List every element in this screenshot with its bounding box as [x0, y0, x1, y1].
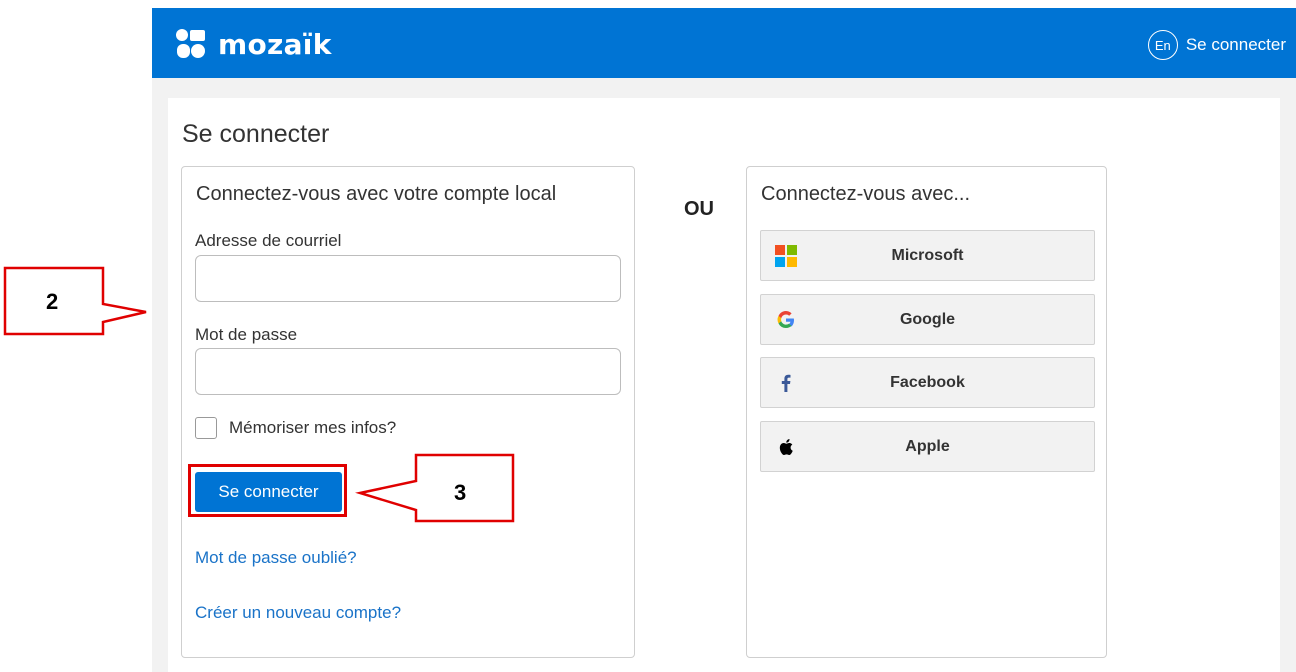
page-title: Se connecter — [182, 120, 330, 148]
forgot-password-link[interactable]: Mot de passe oublié? — [195, 548, 357, 568]
logo-text: mozaïk — [218, 27, 332, 61]
remember-me-checkbox[interactable] — [195, 417, 217, 439]
callout-2-shape — [3, 266, 147, 336]
page-background: mozaïk En Se connecter Se connecter Conn… — [152, 8, 1296, 672]
create-account-link[interactable]: Créer un nouveau compte? — [195, 603, 401, 623]
apple-icon — [775, 436, 797, 458]
password-field[interactable] — [195, 348, 621, 395]
email-field[interactable] — [195, 255, 621, 302]
submit-button-highlight — [188, 464, 347, 517]
mozaik-logo[interactable]: mozaïk — [174, 24, 332, 64]
callout-2-label: 2 — [46, 289, 59, 314]
facebook-label: Facebook — [890, 373, 965, 391]
password-label: Mot de passe — [195, 325, 298, 344]
apple-login-button[interactable]: Apple — [760, 421, 1095, 472]
google-label: Google — [899, 310, 956, 328]
microsoft-login-button[interactable]: Microsoft — [760, 230, 1095, 281]
google-login-button[interactable]: Google — [760, 294, 1095, 345]
apple-label: Apple — [905, 437, 950, 455]
remember-me-row[interactable]: Mémoriser mes infos? — [195, 417, 396, 439]
social-login-panel: Connectez-vous avec... Microsoft Google … — [746, 166, 1107, 658]
microsoft-label: Microsoft — [891, 246, 964, 264]
mozaik-logo-icon — [176, 29, 205, 58]
facebook-login-button[interactable]: Facebook — [760, 357, 1095, 408]
remember-me-label: Mémoriser mes infos? — [229, 418, 397, 437]
language-toggle-button[interactable]: En — [1147, 30, 1178, 60]
local-account-heading: Connectez-vous avec votre compte local — [196, 183, 557, 205]
facebook-icon — [775, 372, 797, 394]
google-icon — [775, 309, 797, 331]
callout-3-label: 3 — [454, 480, 467, 505]
microsoft-icon — [775, 245, 797, 267]
or-separator: OU — [684, 198, 714, 220]
social-login-heading: Connectez-vous avec... — [761, 183, 970, 205]
top-navigation-bar: mozaïk En Se connecter — [152, 8, 1296, 78]
main-content: Se connecter Connectez-vous avec votre c… — [168, 98, 1280, 672]
header-signin-link[interactable]: Se connecter — [1186, 35, 1286, 55]
top-right-controls: En Se connecter — [1147, 30, 1286, 60]
local-account-panel: Connectez-vous avec votre compte local A… — [181, 166, 635, 658]
email-label: Adresse de courriel — [195, 231, 342, 250]
